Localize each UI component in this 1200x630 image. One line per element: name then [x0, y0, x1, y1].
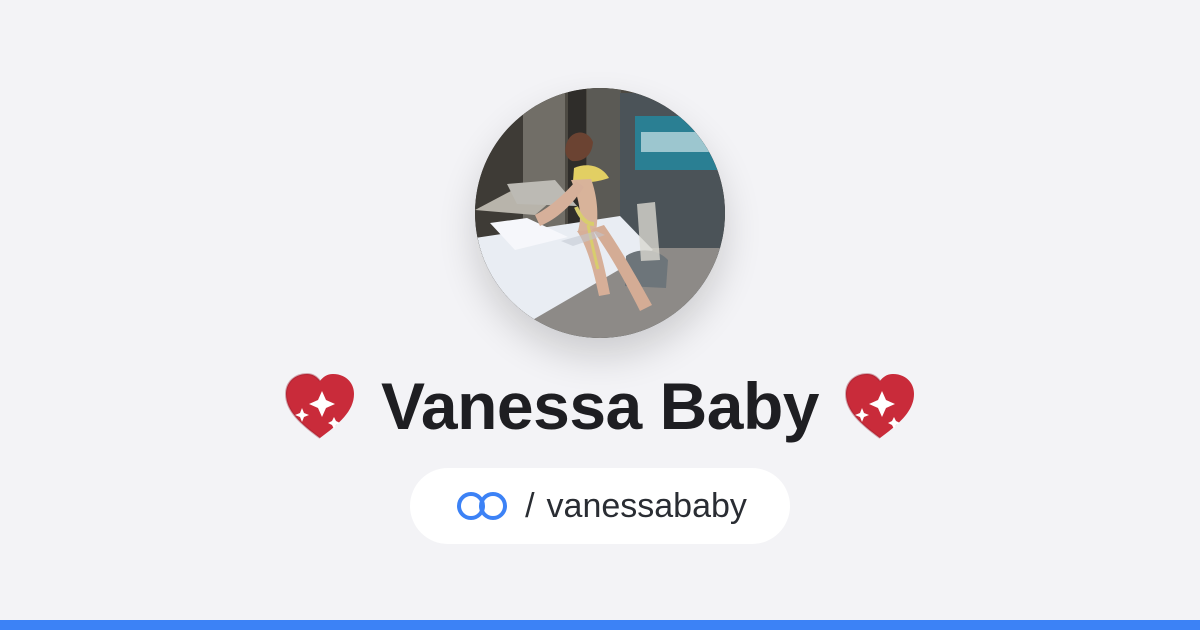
profile-username-link[interactable]: / vanessababy	[410, 468, 790, 544]
sparkling-heart-icon	[844, 372, 914, 439]
username-separator: /	[525, 487, 535, 525]
avatar	[475, 88, 725, 338]
profile-display-name: Vanessa Baby	[381, 369, 819, 443]
profile-username: vanessababy	[546, 487, 747, 525]
bottom-accent-bar	[0, 620, 1200, 630]
profile-card: Vanessa Baby / vanessababy	[0, 0, 1200, 630]
link-icon	[457, 492, 508, 520]
sparkling-heart-icon	[285, 372, 355, 439]
title-row: Vanessa Baby	[0, 360, 1200, 452]
